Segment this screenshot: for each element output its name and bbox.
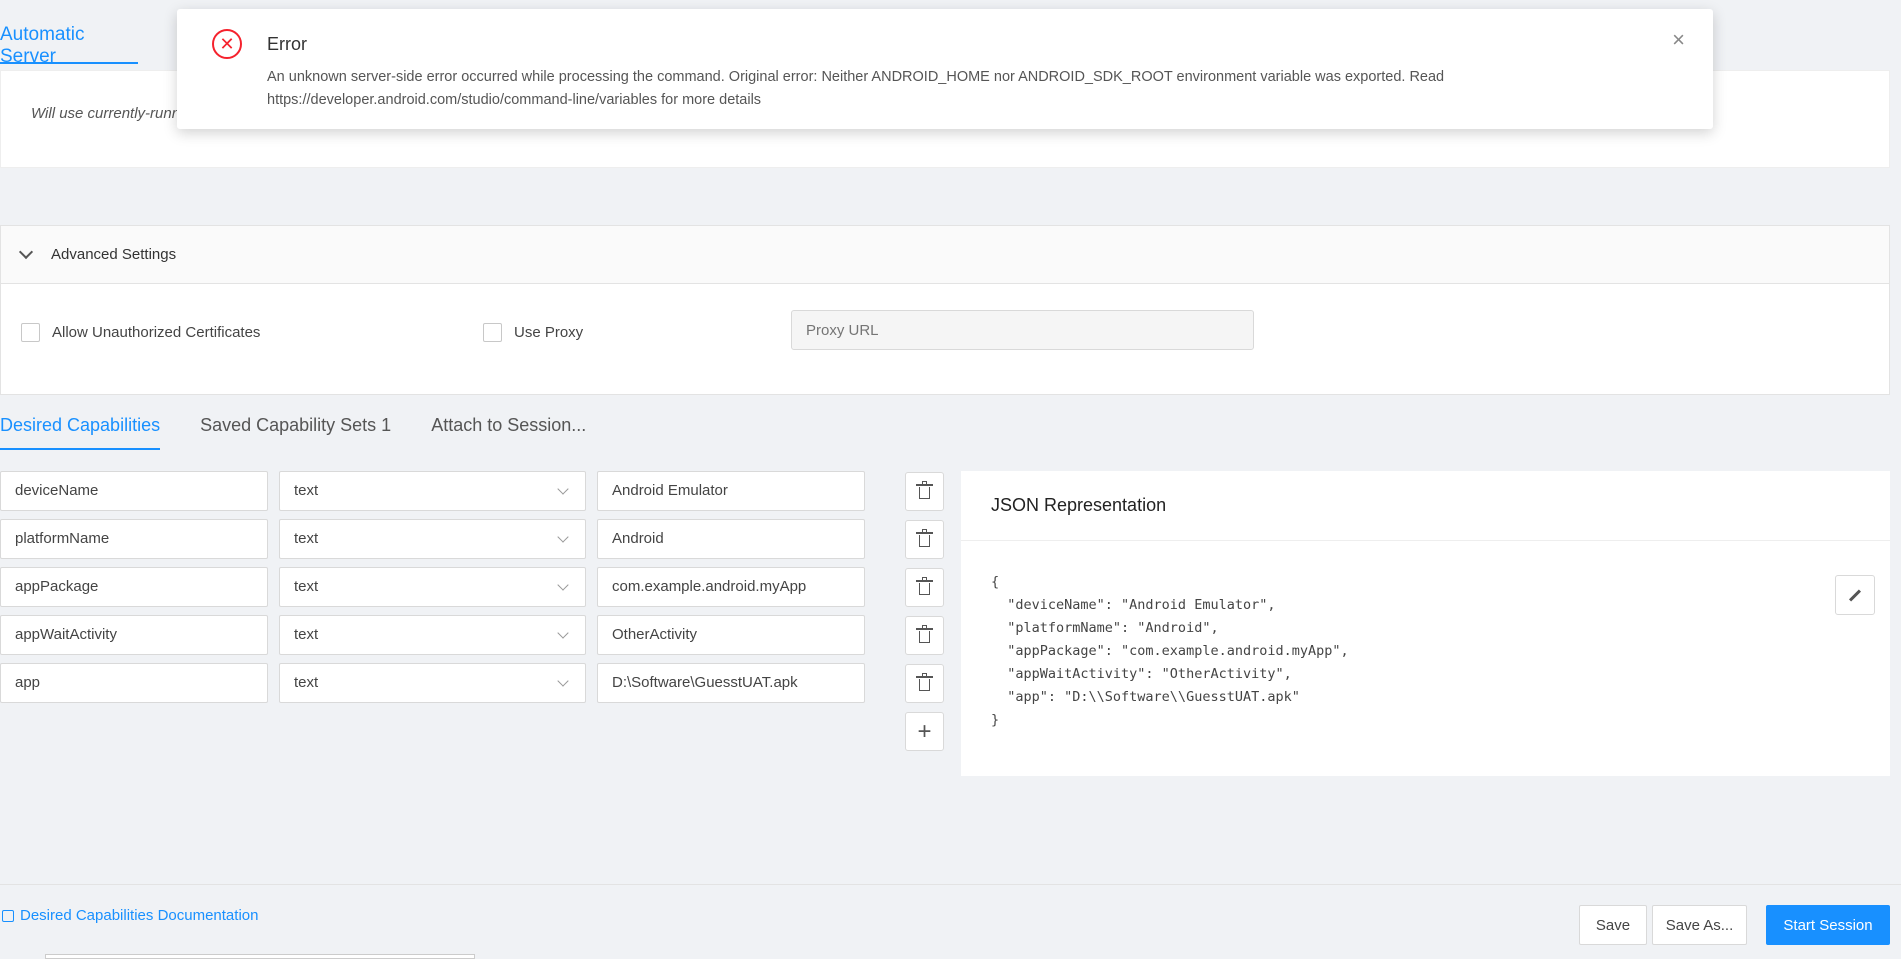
app-root: Automatic Server Will use currently-runn…	[0, 0, 1901, 959]
checkbox-box[interactable]	[21, 323, 40, 342]
save-button[interactable]: Save	[1579, 905, 1647, 945]
advanced-settings-panel: Advanced Settings Allow Unauthorized Cer…	[0, 225, 1890, 395]
like-icon	[2, 909, 14, 922]
proxy-url-input[interactable]	[791, 310, 1254, 350]
capability-type-select[interactable]: text	[279, 567, 586, 607]
capabilities-doc-link[interactable]: Desired Capabilities Documentation	[2, 907, 258, 924]
capability-type-value: text	[294, 530, 319, 547]
trash-icon	[916, 673, 933, 691]
delete-capability-button[interactable]	[905, 472, 944, 511]
capability-row: deviceName text Android Emulator	[0, 471, 950, 519]
bottom-bar	[45, 954, 475, 959]
use-proxy-checkbox[interactable]: Use Proxy	[483, 323, 583, 342]
edit-json-button[interactable]	[1835, 575, 1875, 615]
capability-type-select[interactable]: text	[279, 519, 586, 559]
add-row: +	[0, 711, 950, 759]
capability-row: appPackage text com.example.android.myAp…	[0, 567, 950, 615]
delete-capability-button[interactable]	[905, 568, 944, 607]
close-icon[interactable]: ×	[1672, 29, 1685, 51]
capability-type-value: text	[294, 674, 319, 691]
capability-type-value: text	[294, 578, 319, 595]
chevron-down-icon	[557, 483, 569, 495]
capability-type-select[interactable]: text	[279, 615, 586, 655]
capability-name-input[interactable]: deviceName	[0, 471, 268, 511]
json-representation-panel: JSON Representation { "deviceName": "And…	[961, 471, 1890, 776]
trash-icon	[916, 577, 933, 595]
start-session-button[interactable]: Start Session	[1766, 905, 1890, 945]
capability-rows: deviceName text Android Emulator platfor…	[0, 471, 950, 759]
plus-icon: +	[917, 717, 932, 745]
capability-name-input[interactable]: platformName	[0, 519, 268, 559]
notification-message: An unknown server-side error occurred wh…	[267, 69, 1445, 108]
delete-capability-button[interactable]	[905, 520, 944, 559]
json-code: { "deviceName": "Android Emulator", "pla…	[991, 574, 1349, 728]
advanced-settings-title: Advanced Settings	[51, 246, 177, 263]
capability-type-value: text	[294, 482, 319, 499]
server-note: Will use currently-running	[31, 105, 201, 122]
chevron-down-icon	[557, 531, 569, 543]
trash-icon	[916, 625, 933, 643]
capability-type-value: text	[294, 626, 319, 643]
checkbox-box[interactable]	[483, 323, 502, 342]
add-capability-button[interactable]: +	[905, 712, 944, 751]
allow-unauthorized-checkbox[interactable]: Allow Unauthorized Certificates	[21, 323, 260, 342]
doc-link-label: Desired Capabilities Documentation	[20, 907, 259, 924]
capability-name-input[interactable]: app	[0, 663, 268, 703]
capability-row: appWaitActivity text OtherActivity	[0, 615, 950, 663]
capability-row: app text D:\Software\GuesstUAT.apk	[0, 663, 950, 711]
capability-value-input[interactable]: D:\Software\GuesstUAT.apk	[597, 663, 865, 703]
pencil-icon	[1848, 588, 1862, 602]
allow-unauthorized-label: Allow Unauthorized Certificates	[52, 324, 261, 341]
capability-type-select[interactable]: text	[279, 471, 586, 511]
error-notification: ✕ Error An unknown server-side error occ…	[177, 9, 1713, 129]
capability-name-input[interactable]: appPackage	[0, 567, 268, 607]
capability-name-input[interactable]: appWaitActivity	[0, 615, 268, 655]
tab-desired-capabilities[interactable]: Desired Capabilities	[0, 410, 161, 450]
capability-tabs: Desired Capabilities Saved Capability Se…	[0, 410, 626, 452]
capability-value-input[interactable]: com.example.android.myApp	[597, 567, 865, 607]
tab-saved-capability-sets[interactable]: Saved Capability Sets 1	[200, 410, 391, 450]
advanced-settings-header[interactable]: Advanced Settings	[1, 226, 1889, 284]
chevron-down-icon	[18, 244, 34, 259]
chevron-down-icon	[557, 627, 569, 639]
capability-row: platformName text Android	[0, 519, 950, 567]
trash-icon	[916, 481, 933, 499]
json-panel-title: JSON Representation	[961, 471, 1890, 541]
trash-icon	[916, 529, 933, 547]
capability-value-input[interactable]: Android	[597, 519, 865, 559]
delete-capability-button[interactable]	[905, 664, 944, 703]
capability-type-select[interactable]: text	[279, 663, 586, 703]
capability-value-input[interactable]: Android Emulator	[597, 471, 865, 511]
capability-value-input[interactable]: OtherActivity	[597, 615, 865, 655]
use-proxy-label: Use Proxy	[514, 324, 584, 341]
notification-title: Error	[267, 34, 307, 54]
chevron-down-icon	[557, 675, 569, 687]
tab-attach-to-session[interactable]: Attach to Session...	[431, 410, 586, 450]
footer: Desired Capabilities Documentation Save …	[0, 884, 1901, 959]
save-as-button[interactable]: Save As...	[1652, 905, 1747, 945]
delete-capability-button[interactable]	[905, 616, 944, 655]
tab-automatic-server[interactable]: Automatic Server	[0, 24, 138, 67]
error-icon: ✕	[212, 29, 242, 59]
chevron-down-icon	[557, 579, 569, 591]
